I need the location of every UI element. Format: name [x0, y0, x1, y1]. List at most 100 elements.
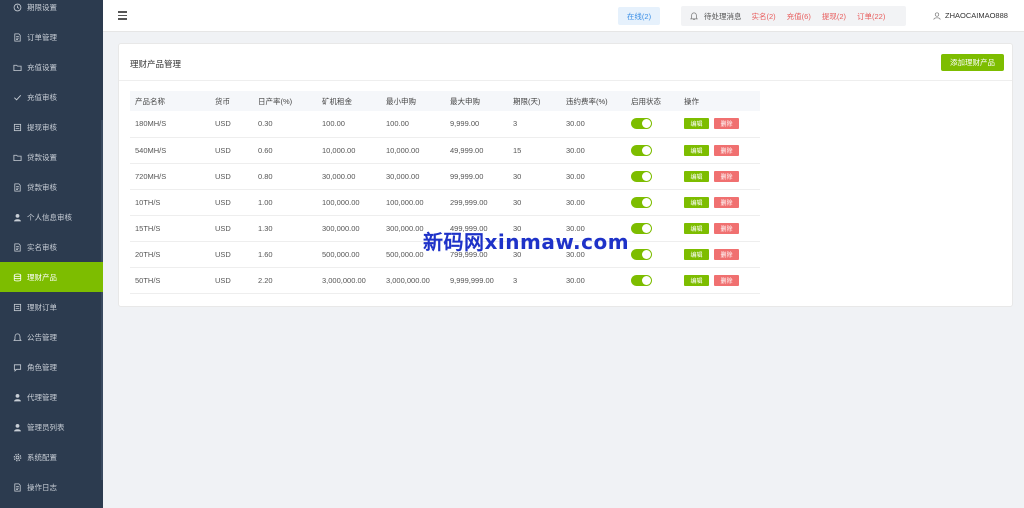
cell-name: 720MH/S: [130, 163, 210, 190]
sidebar-item[interactable]: 充值设置: [0, 52, 103, 82]
delete-button[interactable]: 删除: [714, 248, 739, 260]
user-menu[interactable]: ZHAOCAIMAO888: [933, 11, 1008, 20]
header-term-days[interactable]: 期限(天): [508, 91, 561, 111]
cell-rent: 100,000.00: [317, 189, 381, 216]
cell-penalty-rate: 30.00: [561, 137, 626, 164]
delete-button[interactable]: 删除: [714, 274, 739, 286]
pending-withdraw-link[interactable]: 提现(2): [822, 11, 846, 22]
delete-button[interactable]: 删除: [714, 170, 739, 182]
sidebar-item-label: 提现审核: [27, 122, 57, 132]
sidebar-item-label: 期限设置: [27, 2, 57, 12]
pending-recharge-link[interactable]: 充值(6): [787, 11, 811, 22]
sidebar-item[interactable]: 贷款设置: [0, 142, 103, 172]
cell-max-purchase: 49,999.00: [445, 137, 508, 164]
sidebar-item[interactable]: 个人信息审核: [0, 202, 103, 232]
header-currency[interactable]: 货币: [210, 91, 253, 111]
pending-orders-link[interactable]: 订单(22): [857, 11, 885, 22]
sidebar-item[interactable]: 管理员列表: [0, 412, 103, 442]
enabled-toggle[interactable]: [631, 248, 652, 260]
watermark: 新码网xinmaw.com: [423, 230, 630, 254]
edit-button[interactable]: 编辑: [684, 222, 709, 234]
products-table: 产品名称 货币 日产率(%) 矿机租金 最小申购 最大申购 期限(天) 违约费率…: [130, 91, 760, 294]
edit-button[interactable]: 编辑: [684, 118, 709, 130]
delete-button[interactable]: 删除: [714, 196, 739, 208]
cell-status: [626, 189, 679, 216]
sidebar-item[interactable]: 订单管理: [0, 22, 103, 52]
enabled-toggle[interactable]: [631, 274, 652, 286]
header-daily-rate[interactable]: 日产率(%): [253, 91, 317, 111]
menu-toggle-icon[interactable]: [118, 11, 127, 20]
cell-currency: USD: [210, 267, 253, 294]
sidebar-item[interactable]: 充值审核: [0, 82, 103, 112]
sidebar-item[interactable]: 代理管理: [0, 382, 103, 412]
delete-button[interactable]: 删除: [714, 222, 739, 234]
sidebar-item[interactable]: 实名审核: [0, 232, 103, 262]
header-name[interactable]: 产品名称: [130, 91, 210, 111]
cell-currency: USD: [210, 189, 253, 216]
cell-currency: USD: [210, 137, 253, 164]
header-status[interactable]: 启用状态: [626, 91, 679, 111]
add-product-button[interactable]: 添加理财产品: [941, 54, 1004, 71]
cell-rent: 3,000,000.00: [317, 267, 381, 294]
pending-realname-link[interactable]: 实名(2): [752, 11, 776, 22]
enabled-toggle[interactable]: [631, 170, 652, 182]
cell-name: 180MH/S: [130, 111, 210, 138]
table-body: 180MH/S USD 0.30 100.00 100.00 9,999.00 3 30.00…: [130, 111, 760, 294]
sidebar-item[interactable]: 理财订单: [0, 292, 103, 322]
cell-name: 50TH/S: [130, 267, 210, 294]
online-status-badge[interactable]: 在线(2): [618, 7, 660, 25]
clock-icon: [12, 2, 22, 12]
enabled-toggle[interactable]: [631, 222, 652, 234]
folder-icon: [12, 62, 22, 72]
sidebar-item[interactable]: 贷款审核: [0, 172, 103, 202]
cell-currency: USD: [210, 241, 253, 268]
sidebar-item-label: 订单管理: [27, 32, 57, 42]
sidebar-item[interactable]: 系统配置: [0, 442, 103, 472]
cell-actions: 编辑 删除: [679, 111, 760, 138]
header-rent[interactable]: 矿机租金: [317, 91, 381, 111]
edit-button[interactable]: 编辑: [684, 170, 709, 182]
cell-actions: 编辑 删除: [679, 267, 760, 294]
enabled-toggle[interactable]: [631, 118, 652, 130]
sidebar-item[interactable]: 角色管理: [0, 352, 103, 382]
sidebar-item-label: 代理管理: [27, 392, 57, 402]
card-header: 理财产品管理 添加理财产品: [119, 44, 1012, 81]
sidebar-item[interactable]: 操作日志: [0, 472, 103, 502]
table-row: 10TH/S USD 1.00 100,000.00 100,000.00 299,999…: [130, 189, 760, 216]
sidebar-item[interactable]: 期限设置: [0, 0, 103, 22]
enabled-toggle[interactable]: [631, 196, 652, 208]
cell-status: [626, 241, 679, 268]
cell-term-days: 3: [508, 111, 561, 138]
cell-status: [626, 163, 679, 190]
edit-button[interactable]: 编辑: [684, 196, 709, 208]
header-max-purchase[interactable]: 最大申购: [445, 91, 508, 111]
delete-button[interactable]: 删除: [714, 144, 739, 156]
cell-max-purchase: 299,999.00: [445, 189, 508, 216]
sidebar-item[interactable]: 提现审核: [0, 112, 103, 142]
cell-penalty-rate: 30.00: [561, 163, 626, 190]
cell-actions: 编辑 删除: [679, 189, 760, 216]
sidebar-item[interactable]: 理财产品: [0, 262, 103, 292]
sidebar-item-label: 充值审核: [27, 92, 57, 102]
sidebar-item-label: 贷款审核: [27, 182, 57, 192]
cell-name: 20TH/S: [130, 241, 210, 268]
edit-button[interactable]: 编辑: [684, 144, 709, 156]
header-penalty-rate[interactable]: 违约费率(%): [561, 91, 626, 111]
check-icon: [12, 92, 22, 102]
table-row: 50TH/S USD 2.20 3,000,000.00 3,000,000.00 9,9…: [130, 267, 760, 294]
cell-actions: 编辑 删除: [679, 241, 760, 268]
delete-button[interactable]: 删除: [714, 118, 739, 130]
username: ZHAOCAIMAO888: [945, 11, 1008, 20]
cell-max-purchase: 9,999.00: [445, 111, 508, 138]
header-actions: 操作: [679, 91, 760, 111]
enabled-toggle[interactable]: [631, 144, 652, 156]
sidebar-item[interactable]: 公告管理: [0, 322, 103, 352]
edit-button[interactable]: 编辑: [684, 248, 709, 260]
header-min-purchase[interactable]: 最小申购: [381, 91, 445, 111]
cell-daily-rate: 1.00: [253, 189, 317, 216]
top-bar: 在线(2) 待处理消息 实名(2) 充值(6) 提现(2) 订单(22) ZHA…: [103, 0, 1024, 32]
cell-penalty-rate: 30.00: [561, 189, 626, 216]
cell-penalty-rate: 30.00: [561, 267, 626, 294]
edit-button[interactable]: 编辑: [684, 274, 709, 286]
user-icon: [12, 422, 22, 432]
